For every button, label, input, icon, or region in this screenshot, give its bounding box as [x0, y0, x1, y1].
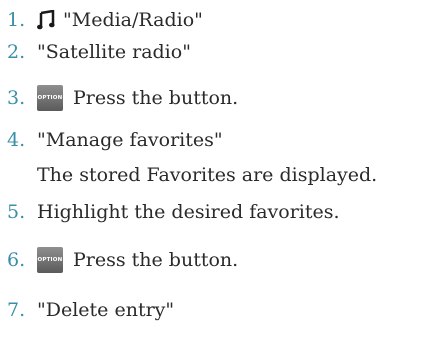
step-text: "Media/Radio": [63, 9, 203, 31]
step-number: 6.: [7, 249, 26, 271]
step-4-subtext: The stored Favorites are displayed.: [37, 164, 378, 186]
step-1: 1. "Media/Radio": [0, 4, 203, 36]
step-text: "Manage favorites": [37, 129, 223, 151]
step-5: 5. Highlight the desired favorites.: [0, 196, 340, 228]
step-7: 7. "Delete entry": [0, 294, 174, 326]
step-text: "Satellite radio": [37, 41, 191, 63]
step-number: 1.: [7, 9, 26, 31]
step-6: 6. OPTION Press the button.: [0, 244, 238, 276]
step-text: Press the button.: [73, 249, 239, 271]
step-2: 2. "Satellite radio": [0, 36, 191, 68]
step-number: 5.: [7, 201, 26, 223]
option-button-icon: OPTION: [37, 247, 63, 273]
step-3: 3. OPTION Press the button.: [0, 82, 238, 114]
step-text: Press the button.: [73, 87, 239, 109]
step-4: 4. "Manage favorites": [0, 124, 223, 156]
step-text: "Delete entry": [37, 299, 175, 321]
step-text: Highlight the desired favorites.: [37, 201, 340, 223]
step-number: 3.: [7, 87, 26, 109]
option-button-icon: OPTION: [37, 85, 63, 111]
music-note-icon: [37, 9, 55, 30]
step-number: 2.: [7, 41, 26, 63]
step-number: 7.: [7, 299, 26, 321]
step-number: 4.: [7, 129, 26, 151]
